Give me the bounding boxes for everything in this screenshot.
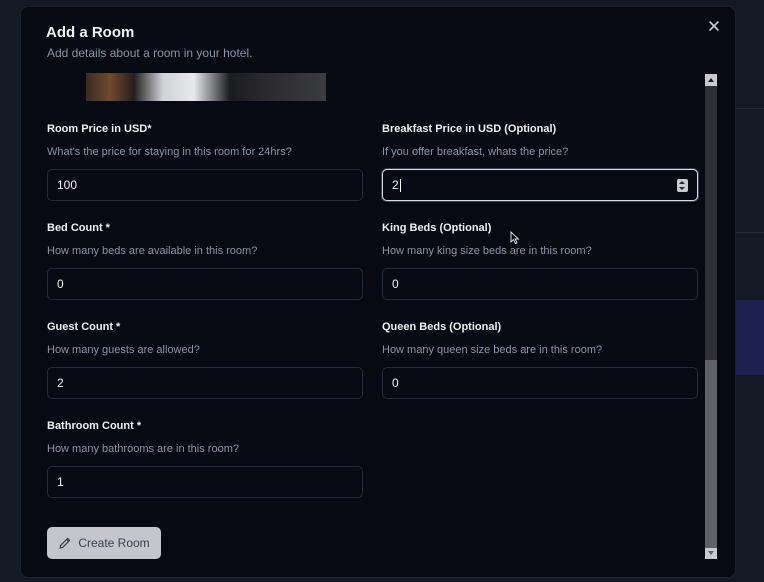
bathroom-count-field: Bathroom Count * How many bathrooms are … xyxy=(47,420,363,498)
guest-count-label: Guest Count * xyxy=(47,321,121,333)
background-divider xyxy=(736,108,764,109)
bed-count-input[interactable]: 0 xyxy=(47,268,363,300)
bathroom-count-input[interactable]: 1 xyxy=(47,466,363,498)
mouse-cursor-icon xyxy=(510,231,520,245)
queen-beds-help: How many queen size beds are in this roo… xyxy=(382,344,603,356)
guest-count-help: How many guests are allowed? xyxy=(47,344,200,356)
create-room-button[interactable]: Create Room xyxy=(47,527,161,559)
background-highlight xyxy=(736,300,764,375)
dialog-scrollbar[interactable] xyxy=(705,74,717,559)
bed-count-label: Bed Count * xyxy=(47,222,110,234)
room-price-input[interactable]: 100 xyxy=(47,169,363,201)
background-divider xyxy=(736,232,764,233)
number-spinner-icon[interactable] xyxy=(677,179,688,192)
breakfast-price-input[interactable]: 2 xyxy=(382,169,698,201)
queen-beds-label: Queen Beds (Optional) xyxy=(382,321,502,333)
dialog-title: Add a Room xyxy=(46,24,135,41)
bathroom-count-value: 1 xyxy=(57,475,64,489)
breakfast-price-label: Breakfast Price in USD (Optional) xyxy=(382,123,557,135)
guest-count-value: 2 xyxy=(57,376,64,390)
bed-count-help: How many beds are available in this room… xyxy=(47,245,258,257)
text-caret xyxy=(399,178,401,192)
queen-beds-value: 0 xyxy=(392,376,399,390)
king-beds-field: King Beds (Optional) How many king size … xyxy=(382,222,698,300)
scroll-up-icon[interactable] xyxy=(708,78,714,82)
king-beds-input[interactable]: 0 xyxy=(382,268,698,300)
room-price-help: What's the price for staying in this roo… xyxy=(47,146,292,158)
room-price-value: 100 xyxy=(57,178,78,192)
bed-count-value: 0 xyxy=(57,277,64,291)
room-price-label: Room Price in USD* xyxy=(47,123,152,135)
scroll-track[interactable] xyxy=(705,86,717,360)
bathroom-count-help: How many bathrooms are in this room? xyxy=(47,443,239,455)
room-price-field: Room Price in USD* What's the price for … xyxy=(47,123,363,201)
guest-count-input[interactable]: 2 xyxy=(47,367,363,399)
dialog-description: Add details about a room in your hotel. xyxy=(47,46,253,60)
breakfast-price-value: 2 xyxy=(392,178,399,192)
pencil-icon xyxy=(59,537,71,549)
scroll-thumb[interactable] xyxy=(705,360,717,548)
king-beds-help: How many king size beds are in this room… xyxy=(382,245,592,257)
king-beds-value: 0 xyxy=(392,277,399,291)
breakfast-price-field: Breakfast Price in USD (Optional) If you… xyxy=(382,123,698,201)
room-image xyxy=(86,73,326,101)
breakfast-price-help: If you offer breakfast, whats the price? xyxy=(382,146,569,158)
king-beds-label: King Beds (Optional) xyxy=(382,222,492,234)
close-button[interactable] xyxy=(706,18,722,34)
bathroom-count-label: Bathroom Count * xyxy=(47,420,142,432)
guest-count-field: Guest Count * How many guests are allowe… xyxy=(47,321,363,399)
bed-count-field: Bed Count * How many beds are available … xyxy=(47,222,363,300)
close-icon xyxy=(709,21,719,31)
queen-beds-input[interactable]: 0 xyxy=(382,367,698,399)
queen-beds-field: Queen Beds (Optional) How many queen siz… xyxy=(382,321,698,399)
scroll-down-icon[interactable] xyxy=(708,551,714,555)
add-room-dialog: Add a Room Add details about a room in y… xyxy=(20,6,736,578)
create-room-label: Create Room xyxy=(78,536,150,550)
